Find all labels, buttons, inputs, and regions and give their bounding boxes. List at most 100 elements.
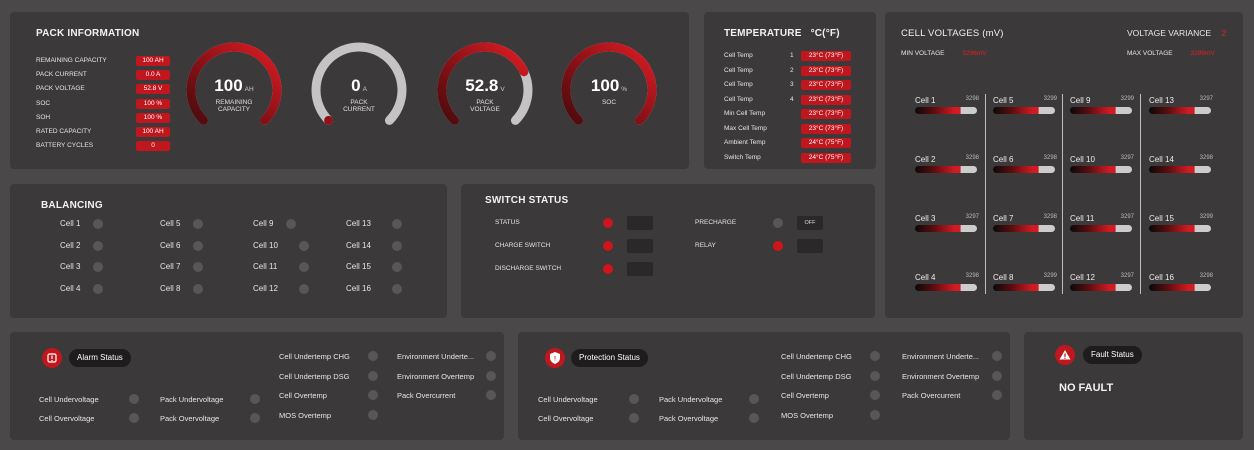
cell-voltages-title: CELL VOLTAGES (mV) bbox=[901, 28, 1004, 39]
balancing-indicator bbox=[299, 283, 309, 294]
pack-row-value: 100 % bbox=[136, 112, 170, 123]
gauge-value: 100 AH bbox=[182, 76, 286, 96]
balancing-indicator bbox=[392, 262, 402, 272]
gauge-value: 0A bbox=[307, 76, 411, 96]
status-item-indicator bbox=[486, 370, 496, 381]
cell-voltage-item: Cell 13 3297 bbox=[1149, 96, 1213, 118]
cell-voltage-item: Cell 15 3299 bbox=[1149, 214, 1213, 236]
temperature-panel: TEMPERATURE °C(°F) Cell Temp 1 23°C (73°F)… bbox=[704, 12, 876, 169]
pack-row-label: PACK CURRENT bbox=[36, 71, 87, 79]
cell-voltage-item: Cell 5 3299 bbox=[993, 96, 1057, 118]
discharge-switch-indicator bbox=[603, 264, 613, 274]
status-item-indicator bbox=[870, 390, 880, 400]
column-divider bbox=[1140, 94, 1141, 294]
status-item-label: Cell Undervoltage bbox=[538, 395, 598, 404]
status-switch[interactable] bbox=[627, 216, 653, 230]
cell-voltage-item: Cell 1 3298 bbox=[915, 96, 979, 118]
cell-voltage-mv: 3298 bbox=[1043, 155, 1057, 161]
status-item-indicator bbox=[129, 394, 139, 404]
cell-voltage-item: Cell 16 3298 bbox=[1149, 273, 1213, 295]
balancing-indicator bbox=[193, 219, 203, 229]
balancing-indicator bbox=[193, 283, 203, 294]
cell-voltage-bar bbox=[915, 166, 977, 173]
shield-icon: ! bbox=[545, 348, 565, 368]
cell-voltage-bar bbox=[915, 107, 977, 114]
pack-row-label: BATTERY CYCLES bbox=[36, 142, 94, 150]
pack-row-value: 52.8 V bbox=[136, 84, 170, 95]
temp-row-value: 23°C (73°F) bbox=[801, 94, 851, 105]
temp-row-label: Cell Temp bbox=[724, 66, 753, 74]
balancing-cell-label: Cell 9 bbox=[253, 219, 274, 228]
temp-row-index: 4 bbox=[790, 95, 794, 103]
gauge-unit: % bbox=[621, 86, 628, 93]
precharge-indicator bbox=[773, 218, 783, 228]
cell-voltage-item: Cell 8 3299 bbox=[993, 273, 1057, 295]
status-item-indicator bbox=[250, 413, 260, 423]
cell-voltage-bar bbox=[1149, 166, 1211, 173]
column-divider bbox=[1062, 94, 1063, 294]
cell-voltage-name: Cell 5 bbox=[993, 96, 1014, 105]
cell-voltage-mv: 3298 bbox=[1199, 273, 1213, 279]
balancing-indicator bbox=[193, 262, 203, 272]
balancing-cell-label: Cell 1 bbox=[60, 219, 81, 228]
balancing-indicator bbox=[286, 219, 296, 229]
cell-voltage-item: Cell 10 3297 bbox=[1070, 155, 1134, 177]
gauge-label: REMAINING CAPACITY bbox=[215, 99, 253, 113]
balancing-cell-label: Cell 13 bbox=[346, 219, 371, 228]
status-item-label: Cell Overvoltage bbox=[39, 414, 95, 423]
charge-switch-toggle[interactable] bbox=[627, 239, 653, 253]
balancing-indicator bbox=[392, 240, 402, 251]
temp-row-index: 3 bbox=[790, 81, 794, 88]
discharge-switch-toggle[interactable] bbox=[627, 262, 653, 276]
cell-voltage-item: Cell 2 3298 bbox=[915, 155, 979, 177]
gauge: 52.8 V PACK VOLTAGE bbox=[433, 38, 537, 142]
status-item-label: Cell Undertemp DSG bbox=[279, 371, 350, 381]
cell-voltage-mv: 3297 bbox=[1199, 96, 1213, 102]
cell-voltage-mv: 3298 bbox=[965, 155, 979, 161]
cell-voltage-name: Cell 8 bbox=[993, 273, 1014, 282]
cell-voltage-mv: 3297 bbox=[965, 214, 979, 220]
status-item-label: Environment Underte... bbox=[397, 352, 475, 361]
balancing-cell-label: Cell 10 bbox=[253, 240, 278, 250]
cell-voltage-mv: 3299 bbox=[1199, 214, 1213, 220]
temp-row-value: 23°C (73°F) bbox=[801, 51, 851, 61]
status-item-label: Cell Overtemp bbox=[279, 391, 327, 400]
cell-voltage-name: Cell 10 bbox=[1070, 155, 1095, 164]
relay-toggle[interactable] bbox=[797, 239, 823, 253]
cell-voltage-mv: 3297 bbox=[1120, 273, 1134, 279]
cell-voltage-item: Cell 14 3298 bbox=[1149, 155, 1213, 177]
gauge-label: PACK VOLTAGE bbox=[470, 99, 500, 113]
temp-row-value: 24°C (75°F) bbox=[801, 138, 851, 148]
status-item-indicator bbox=[870, 409, 880, 420]
cell-voltage-name: Cell 12 bbox=[1070, 273, 1095, 282]
cell-voltage-item: Cell 12 3297 bbox=[1070, 273, 1134, 295]
balancing-indicator bbox=[93, 240, 103, 251]
status-item-label: Pack Overcurrent bbox=[397, 391, 456, 400]
precharge-toggle[interactable]: OFF bbox=[797, 216, 823, 230]
temp-row-value: 23°C (73°F) bbox=[801, 109, 851, 119]
fault-status-panel: Fault Status NO FAULT bbox=[1024, 332, 1243, 440]
gauge-number: 0 bbox=[351, 76, 361, 95]
temp-row-label: Cell Temp bbox=[724, 81, 753, 88]
gauge: 100% SOC bbox=[557, 38, 661, 142]
relay-indicator bbox=[773, 241, 783, 251]
balancing-cell-label: Cell 4 bbox=[60, 283, 81, 293]
status-item-label: Cell Overtemp bbox=[781, 391, 829, 400]
voltage-variance: VOLTAGE VARIANCE 2 bbox=[1127, 28, 1226, 38]
balancing-indicator bbox=[392, 283, 402, 294]
gauge-label: SOC bbox=[601, 99, 617, 106]
pack-row-label: PACK VOLTAGE bbox=[36, 85, 85, 93]
cell-voltage-name: Cell 6 bbox=[993, 155, 1014, 164]
status-item-label: Environment Overtemp bbox=[397, 371, 475, 381]
status-item-label: Pack Overvoltage bbox=[160, 414, 220, 423]
status-item-indicator bbox=[250, 394, 260, 404]
temp-row-value: 24°C (75°F) bbox=[801, 152, 851, 163]
gauge: 100 AH REMAINING CAPACITY bbox=[182, 38, 286, 142]
cell-voltage-mv: 3298 bbox=[1043, 214, 1057, 220]
relay-label: RELAY bbox=[695, 242, 716, 249]
cell-voltage-bar bbox=[1070, 166, 1132, 173]
cell-voltage-bar bbox=[993, 107, 1055, 114]
pack-row-label: SOC bbox=[36, 99, 51, 107]
status-item-indicator bbox=[749, 394, 759, 404]
cell-voltage-item: Cell 3 3297 bbox=[915, 214, 979, 236]
